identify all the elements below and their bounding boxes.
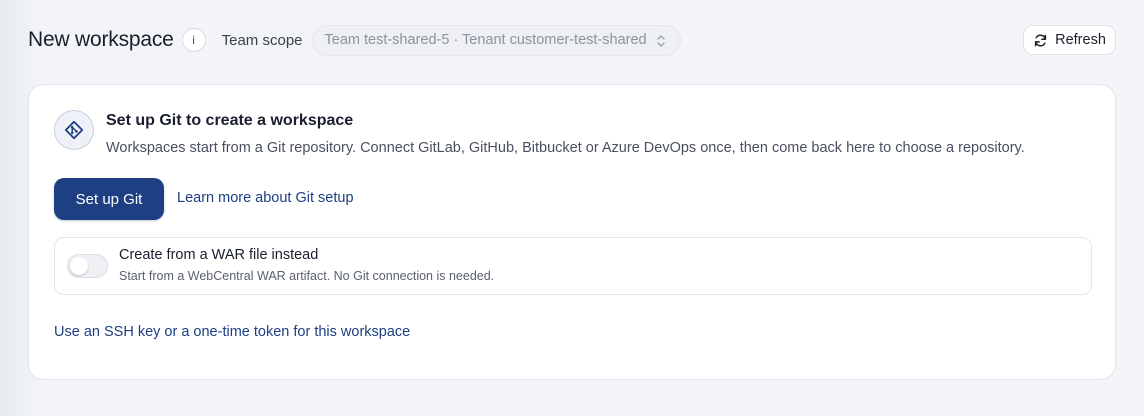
learn-more-git-link[interactable]: Learn more about Git setup xyxy=(177,190,354,206)
ssh-token-link[interactable]: Use an SSH key or a one-time token for t… xyxy=(54,324,410,340)
set-up-git-button[interactable]: Set up Git xyxy=(54,178,164,220)
team-scope-select[interactable]: Team test-shared-5 · Tenant customer-tes… xyxy=(311,24,681,56)
toggle-knob xyxy=(70,257,88,275)
war-toggle[interactable] xyxy=(67,254,108,278)
war-option-box: Create from a WAR file instead Start fro… xyxy=(54,237,1092,295)
war-option-subtitle: Start from a WebCentral WAR artifact. No… xyxy=(119,269,495,283)
team-scope-value: Team test-shared-5 · Tenant customer-tes… xyxy=(324,32,647,48)
team-scope-label: Team scope xyxy=(221,31,303,49)
war-option-title: Create from a WAR file instead xyxy=(119,247,319,263)
refresh-icon xyxy=(1034,33,1047,47)
git-icon xyxy=(64,120,84,140)
info-glyph: i xyxy=(192,33,195,47)
git-icon-badge xyxy=(54,110,94,150)
git-setup-card: Set up Git to create a workspace Workspa… xyxy=(28,84,1116,380)
page-title: New workspace xyxy=(28,28,174,51)
refresh-button[interactable]: Refresh xyxy=(1023,25,1116,55)
card-description: Workspaces start from a Git repository. … xyxy=(106,140,1025,156)
info-icon[interactable]: i xyxy=(181,28,206,52)
refresh-label: Refresh xyxy=(1055,32,1106,48)
card-title: Set up Git to create a workspace xyxy=(106,112,354,129)
chevron-up-down-icon xyxy=(656,34,665,47)
page-header: New workspace i Team scope Team test-sha… xyxy=(28,24,1116,56)
